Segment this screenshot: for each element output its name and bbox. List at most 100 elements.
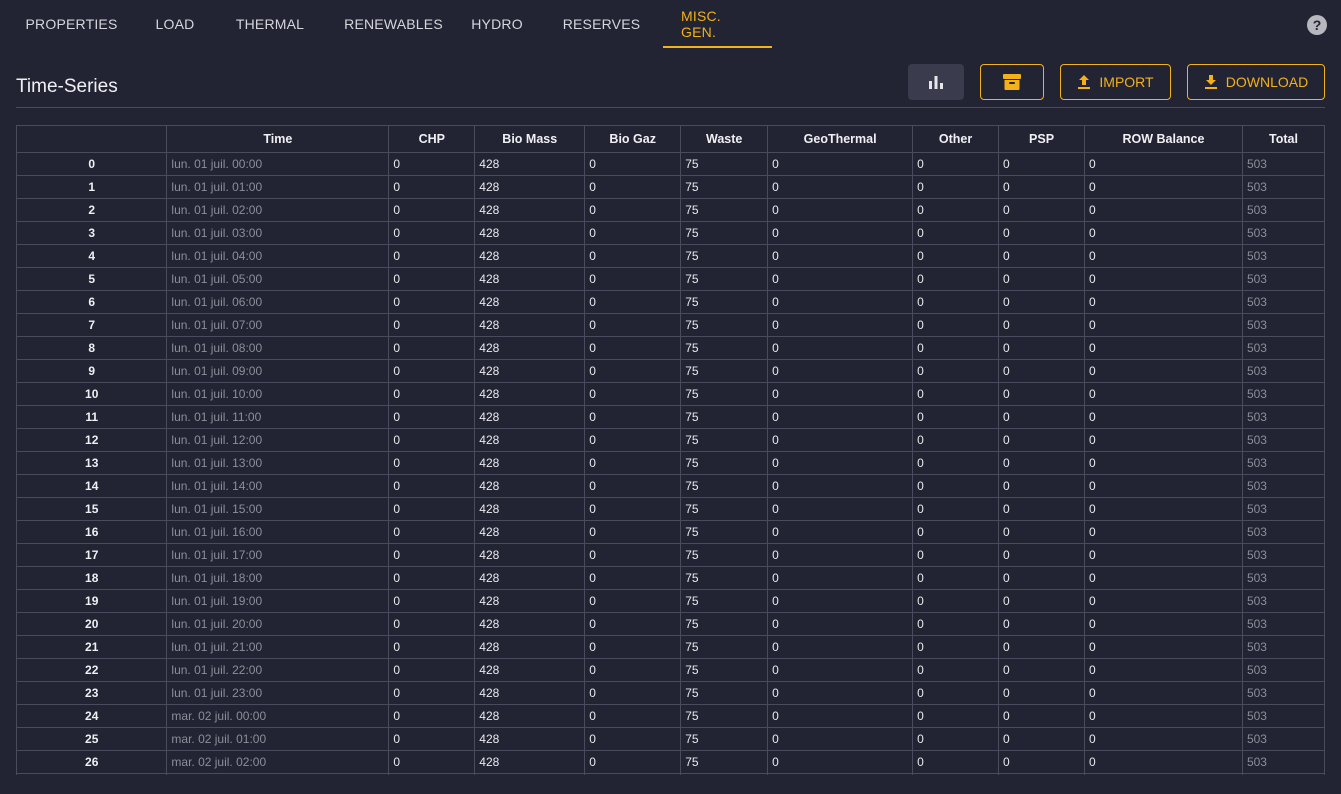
value-cell[interactable]: 0 xyxy=(1084,750,1243,774)
value-cell[interactable]: 428 xyxy=(474,198,586,222)
value-cell[interactable]: 0 xyxy=(998,313,1085,337)
value-cell[interactable]: 0 xyxy=(912,658,1000,682)
value-cell[interactable]: 75 xyxy=(680,635,769,659)
value-cell[interactable]: 0 xyxy=(912,635,1000,659)
value-cell[interactable]: 428 xyxy=(474,589,586,613)
value-cell[interactable]: 0 xyxy=(912,267,1000,291)
value-cell[interactable]: 75 xyxy=(680,382,769,406)
value-cell[interactable]: 0 xyxy=(388,612,476,636)
value-cell[interactable]: 0 xyxy=(584,428,682,452)
value-cell[interactable]: 0 xyxy=(767,382,914,406)
value-cell[interactable]: 0 xyxy=(584,175,682,199)
value-cell[interactable]: 75 xyxy=(680,474,769,498)
value-cell[interactable]: 0 xyxy=(912,681,1000,705)
value-cell[interactable]: 0 xyxy=(767,152,914,176)
value-cell[interactable]: 0 xyxy=(998,635,1085,659)
value-cell[interactable]: 0 xyxy=(767,405,914,429)
value-cell[interactable]: 0 xyxy=(1084,382,1243,406)
value-cell[interactable]: 0 xyxy=(388,428,476,452)
value-cell[interactable]: 0 xyxy=(584,773,682,775)
value-cell[interactable]: 0 xyxy=(388,497,476,521)
value-cell[interactable]: 0 xyxy=(998,336,1085,360)
value-cell[interactable]: 428 xyxy=(474,359,586,383)
value-cell[interactable]: 0 xyxy=(767,313,914,337)
value-cell[interactable]: 428 xyxy=(474,336,586,360)
value-cell[interactable]: 0 xyxy=(584,704,682,728)
value-cell[interactable]: 428 xyxy=(474,152,586,176)
chart-view-button[interactable] xyxy=(908,64,964,100)
value-cell[interactable]: 0 xyxy=(998,566,1085,590)
value-cell[interactable]: 0 xyxy=(998,589,1085,613)
archive-button[interactable] xyxy=(980,64,1044,100)
value-cell[interactable]: 428 xyxy=(474,221,586,245)
value-cell[interactable]: 428 xyxy=(474,313,586,337)
value-cell[interactable]: 0 xyxy=(1084,267,1243,291)
value-cell[interactable]: 0 xyxy=(998,704,1085,728)
value-cell[interactable]: 0 xyxy=(584,221,682,245)
value-cell[interactable]: 0 xyxy=(767,750,914,774)
value-cell[interactable]: 0 xyxy=(998,428,1085,452)
value-cell[interactable]: 75 xyxy=(680,520,769,544)
value-cell[interactable]: 0 xyxy=(1084,773,1243,775)
value-cell[interactable]: 75 xyxy=(680,704,769,728)
value-cell[interactable]: 428 xyxy=(474,727,586,751)
value-cell[interactable]: 0 xyxy=(912,727,1000,751)
value-cell[interactable]: 75 xyxy=(680,566,769,590)
value-cell[interactable]: 0 xyxy=(912,313,1000,337)
value-cell[interactable]: 0 xyxy=(1084,221,1243,245)
value-cell[interactable]: 0 xyxy=(912,497,1000,521)
value-cell[interactable]: 75 xyxy=(680,451,769,475)
tab-reserves[interactable]: RESERVES xyxy=(540,0,663,48)
value-cell[interactable]: 0 xyxy=(912,750,1000,774)
value-cell[interactable]: 75 xyxy=(680,727,769,751)
value-cell[interactable]: 0 xyxy=(912,359,1000,383)
tab-misc-gen[interactable]: MISC. GEN. xyxy=(663,0,772,48)
value-cell[interactable]: 0 xyxy=(767,221,914,245)
value-cell[interactable]: 0 xyxy=(767,520,914,544)
value-cell[interactable]: 75 xyxy=(680,543,769,567)
value-cell[interactable]: 75 xyxy=(680,612,769,636)
value-cell[interactable]: 0 xyxy=(584,681,682,705)
value-cell[interactable]: 428 xyxy=(474,704,586,728)
value-cell[interactable]: 75 xyxy=(680,175,769,199)
value-cell[interactable]: 0 xyxy=(912,566,1000,590)
column-header[interactable]: CHP xyxy=(388,126,476,153)
value-cell[interactable]: 0 xyxy=(998,474,1085,498)
value-cell[interactable]: 0 xyxy=(998,405,1085,429)
value-cell[interactable]: 428 xyxy=(474,612,586,636)
value-cell[interactable]: 428 xyxy=(474,244,586,268)
value-cell[interactable]: 0 xyxy=(1084,152,1243,176)
value-cell[interactable]: 0 xyxy=(998,773,1085,775)
value-cell[interactable]: 428 xyxy=(474,451,586,475)
value-cell[interactable]: 0 xyxy=(388,336,476,360)
value-cell[interactable]: 0 xyxy=(1084,566,1243,590)
value-cell[interactable]: 0 xyxy=(1084,589,1243,613)
value-cell[interactable]: 0 xyxy=(388,405,476,429)
value-cell[interactable]: 0 xyxy=(767,428,914,452)
tab-thermal[interactable]: THERMAL xyxy=(207,0,333,48)
value-cell[interactable]: 0 xyxy=(1084,428,1243,452)
value-cell[interactable]: 428 xyxy=(474,175,586,199)
value-cell[interactable]: 0 xyxy=(912,520,1000,544)
value-cell[interactable]: 0 xyxy=(998,658,1085,682)
value-cell[interactable]: 0 xyxy=(767,589,914,613)
value-cell[interactable]: 0 xyxy=(584,589,682,613)
value-cell[interactable]: 0 xyxy=(388,635,476,659)
time-series-grid[interactable]: Time CHP Bio Mass Bio Gaz Waste GeoThermal Oth… xyxy=(16,125,1325,775)
value-cell[interactable]: 75 xyxy=(680,267,769,291)
column-header[interactable]: Waste xyxy=(680,126,769,153)
value-cell[interactable]: 0 xyxy=(912,221,1000,245)
value-cell[interactable]: 0 xyxy=(998,497,1085,521)
value-cell[interactable]: 75 xyxy=(680,313,769,337)
value-cell[interactable]: 0 xyxy=(912,543,1000,567)
value-cell[interactable]: 0 xyxy=(767,244,914,268)
column-header[interactable]: GeoThermal xyxy=(767,126,914,153)
value-cell[interactable]: 0 xyxy=(388,474,476,498)
value-cell[interactable]: 0 xyxy=(998,359,1085,383)
value-cell[interactable]: 0 xyxy=(584,152,682,176)
value-cell[interactable]: 0 xyxy=(584,313,682,337)
import-button[interactable]: IMPORT xyxy=(1060,64,1171,100)
value-cell[interactable]: 75 xyxy=(680,152,769,176)
value-cell[interactable]: 0 xyxy=(1084,497,1243,521)
value-cell[interactable]: 0 xyxy=(998,198,1085,222)
